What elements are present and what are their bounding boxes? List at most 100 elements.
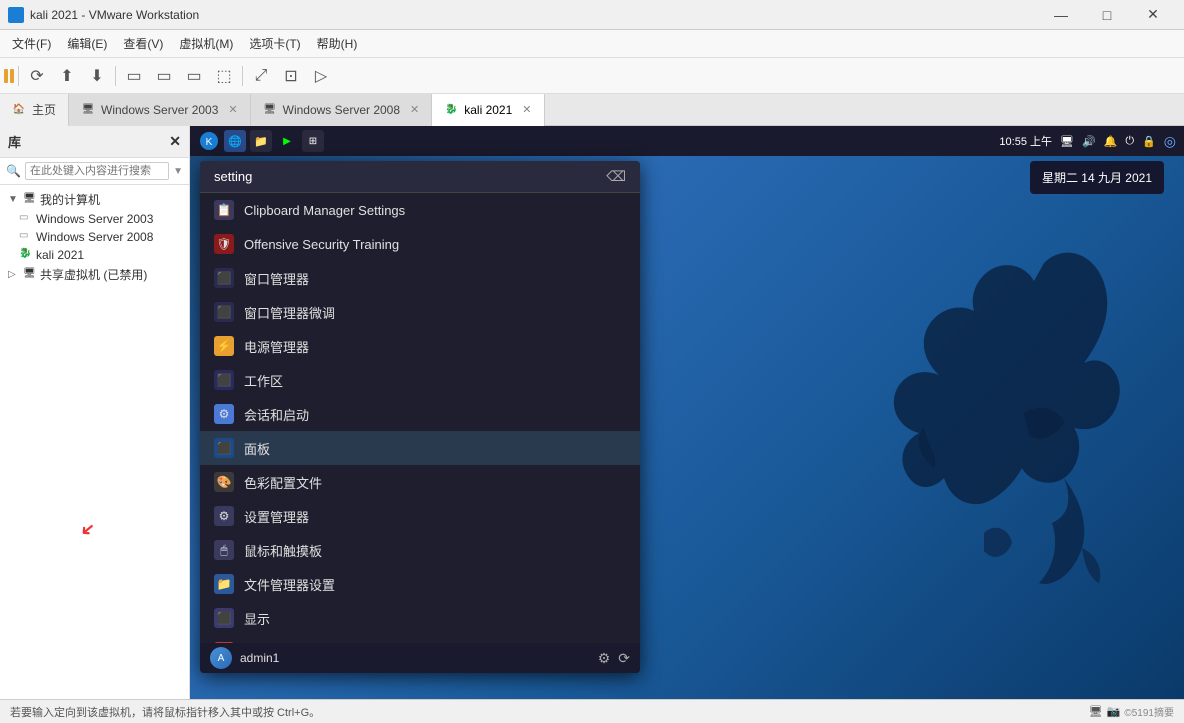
sidebar-item-vm1[interactable]: ▭ Windows Server 2003 <box>0 210 189 228</box>
status-camera-icon: 📷 <box>1107 705 1121 718</box>
minimize-button[interactable]: — <box>1038 0 1084 30</box>
menu-file[interactable]: 文件(F) <box>4 31 59 56</box>
close-tab-kali[interactable]: ✕ <box>522 103 531 116</box>
title-bar: kali 2021 - VMware Workstation — □ ✕ <box>0 0 1184 30</box>
result-icon: 📋 <box>214 200 234 220</box>
toolbar-btn-5[interactable]: ▭ <box>150 62 178 90</box>
result-label: 电源管理器 <box>244 337 309 356</box>
menu-view[interactable]: 查看(V) <box>115 31 171 56</box>
close-button[interactable]: ✕ <box>1130 0 1176 30</box>
search-clear-icon[interactable]: ⌫ <box>602 164 630 189</box>
toolbar-btn-7[interactable]: ⬚ <box>210 62 238 90</box>
result-icon: ⚡ <box>214 336 234 356</box>
sidebar-item-vm2[interactable]: ▭ Windows Server 2008 <box>0 228 189 246</box>
settings-gear-icon[interactable]: ⚙ <box>598 650 611 667</box>
search-input[interactable] <box>25 162 169 180</box>
dragon-silhouette <box>844 213 1144 613</box>
search-icon: 🔍 <box>6 164 21 178</box>
toolbar-btn-6[interactable]: ▭ <box>180 62 208 90</box>
tab-kali[interactable]: 🐉 kali 2021 ✕ <box>432 94 544 126</box>
toolbar-btn-8[interactable]: ⤢ <box>247 62 275 90</box>
shared-expand-icon: ▷ <box>8 269 20 280</box>
toolbar-btn-4[interactable]: ▭ <box>120 62 148 90</box>
sidebar-item-kali[interactable]: 🐉 kali 2021 <box>0 246 189 264</box>
monitor-icon: 🖥 <box>1060 135 1074 148</box>
sidebar-close-btn[interactable]: ✕ <box>169 133 181 150</box>
svg-text:K: K <box>206 137 213 148</box>
sidebar: 库 ✕ 🔍 ▼ ▼ 🖥 我的计算机 ▭ Windows Server 2003 … <box>0 126 190 699</box>
toolbar-btn-10[interactable]: ▷ <box>307 62 335 90</box>
refresh-icon[interactable]: ⟳ <box>618 650 630 667</box>
toolbar-btn-2[interactable]: ⬆ <box>53 62 81 90</box>
kali-extra-icon[interactable]: ⊞ <box>302 130 324 152</box>
close-tab-2003[interactable]: ✕ <box>228 103 237 116</box>
shared-icon: 🖥 <box>23 268 37 282</box>
search-result-item[interactable]: ⬛面板 <box>200 431 640 465</box>
search-result-item[interactable]: ⬛ 显示 <box>200 601 640 635</box>
kali-menu-icon[interactable]: K <box>198 130 220 152</box>
vm-icon-2008: 🖥 <box>263 103 277 117</box>
search-result-item[interactable]: ⚡ 电源管理器 <box>200 329 640 363</box>
result-icon: 🎨 <box>214 472 234 492</box>
kali-terminal-icon[interactable]: ▶ <box>276 130 298 152</box>
search-result-item[interactable]: 🖱 鼠标和触摸板 <box>200 533 640 567</box>
menu-bar: 文件(F) 编辑(E) 查看(V) 虚拟机(M) 选项卡(T) 帮助(H) <box>0 30 1184 58</box>
result-icon: ⬛ <box>214 438 234 458</box>
kali-browser-icon[interactable]: 🌐 <box>224 130 246 152</box>
lock-icon[interactable]: 🔒 <box>1142 135 1156 148</box>
result-icon: 🛡 <box>214 234 234 254</box>
kali-bottom-bar: A admin1 ⚙ ⟳ <box>200 643 640 673</box>
result-icon: 🖱 <box>214 540 234 560</box>
power-icon[interactable]: ⏻ <box>1125 135 1134 148</box>
result-icon: ⬛ <box>214 302 234 322</box>
tab-windows-2003[interactable]: 🖥 Windows Server 2003 ✕ <box>69 94 251 126</box>
vm-icon-kali: 🐉 <box>444 103 458 117</box>
kali-icon: 🐉 <box>19 248 33 262</box>
search-result-item[interactable]: ⚙设置管理器 <box>200 499 640 533</box>
maximize-button[interactable]: □ <box>1084 0 1130 30</box>
expand-icon: ▼ <box>8 194 20 205</box>
search-result-item[interactable]: ⬛工作区 <box>200 363 640 397</box>
kali-search-input[interactable] <box>210 161 602 192</box>
username-label: admin1 <box>240 651 279 665</box>
tabs-bar: 🏠 主页 🖥 Windows Server 2003 ✕ 🖥 Windows S… <box>0 94 1184 126</box>
pause-button[interactable] <box>4 69 14 83</box>
toolbar-btn-3[interactable]: ⬇ <box>83 62 111 90</box>
sidebar-tree: ▼ 🖥 我的计算机 ▭ Windows Server 2003 ▭ Window… <box>0 185 189 699</box>
app-icon <box>8 7 24 23</box>
result-icon: ⚙ <box>214 404 234 424</box>
tab-windows-2008[interactable]: 🖥 Windows Server 2008 ✕ <box>251 94 433 126</box>
kali-desktop-area[interactable]: K 🌐 📁 ▶ ⊞ 10 <box>190 126 1184 699</box>
window-title: kali 2021 - VMware Workstation <box>30 8 199 22</box>
search-result-item[interactable]: 📋Clipboard Manager Settings <box>200 193 640 227</box>
result-label: 显示 <box>244 609 270 628</box>
result-label: 文件管理器设置 <box>244 575 335 594</box>
toolbar-btn-9[interactable]: ⊡ <box>277 62 305 90</box>
menu-tabs[interactable]: 选项卡(T) <box>241 31 308 56</box>
search-result-item[interactable]: 📁 文件管理器设置 <box>200 567 640 601</box>
result-label: 鼠标和触摸板 <box>244 541 322 560</box>
result-icon: 📁 <box>214 574 234 594</box>
search-result-item[interactable]: ⬛窗口管理器微调 <box>200 295 640 329</box>
search-dropdown-icon[interactable]: ▼ <box>173 166 183 177</box>
tree-root[interactable]: ▼ 🖥 我的计算机 <box>0 189 189 210</box>
kali-files-icon[interactable]: 📁 <box>250 130 272 152</box>
tab-home[interactable]: 🏠 主页 <box>0 94 69 126</box>
toolbar-btn-1[interactable]: ⟳ <box>23 62 51 90</box>
menu-vm[interactable]: 虚拟机(M) <box>171 31 241 56</box>
sidebar-item-shared[interactable]: ▷ 🖥 共享虚拟机 (已禁用) <box>0 264 189 285</box>
result-label: 设置管理器 <box>244 507 309 526</box>
result-icon: ⬛ <box>214 608 234 628</box>
search-result-item[interactable]: ⚙会话和启动 <box>200 397 640 431</box>
search-result-item[interactable]: ⬛窗口管理器 <box>200 261 640 295</box>
search-result-item[interactable]: 🎨色彩配置文件 <box>200 465 640 499</box>
menu-edit[interactable]: 编辑(E) <box>59 31 115 56</box>
search-input-row: ⌫ <box>200 161 640 193</box>
bell-icon: 🔔 <box>1104 135 1118 148</box>
sidebar-search-bar: 🔍 ▼ <box>0 158 189 185</box>
menu-help[interactable]: 帮助(H) <box>309 31 366 56</box>
user-circle-icon[interactable]: ◎ <box>1164 133 1176 150</box>
date-tooltip: 星期二 14 九月 2021 <box>1030 161 1164 194</box>
search-result-item[interactable]: 🛡Offensive Security Training <box>200 227 640 261</box>
close-tab-2008[interactable]: ✕ <box>410 103 419 116</box>
